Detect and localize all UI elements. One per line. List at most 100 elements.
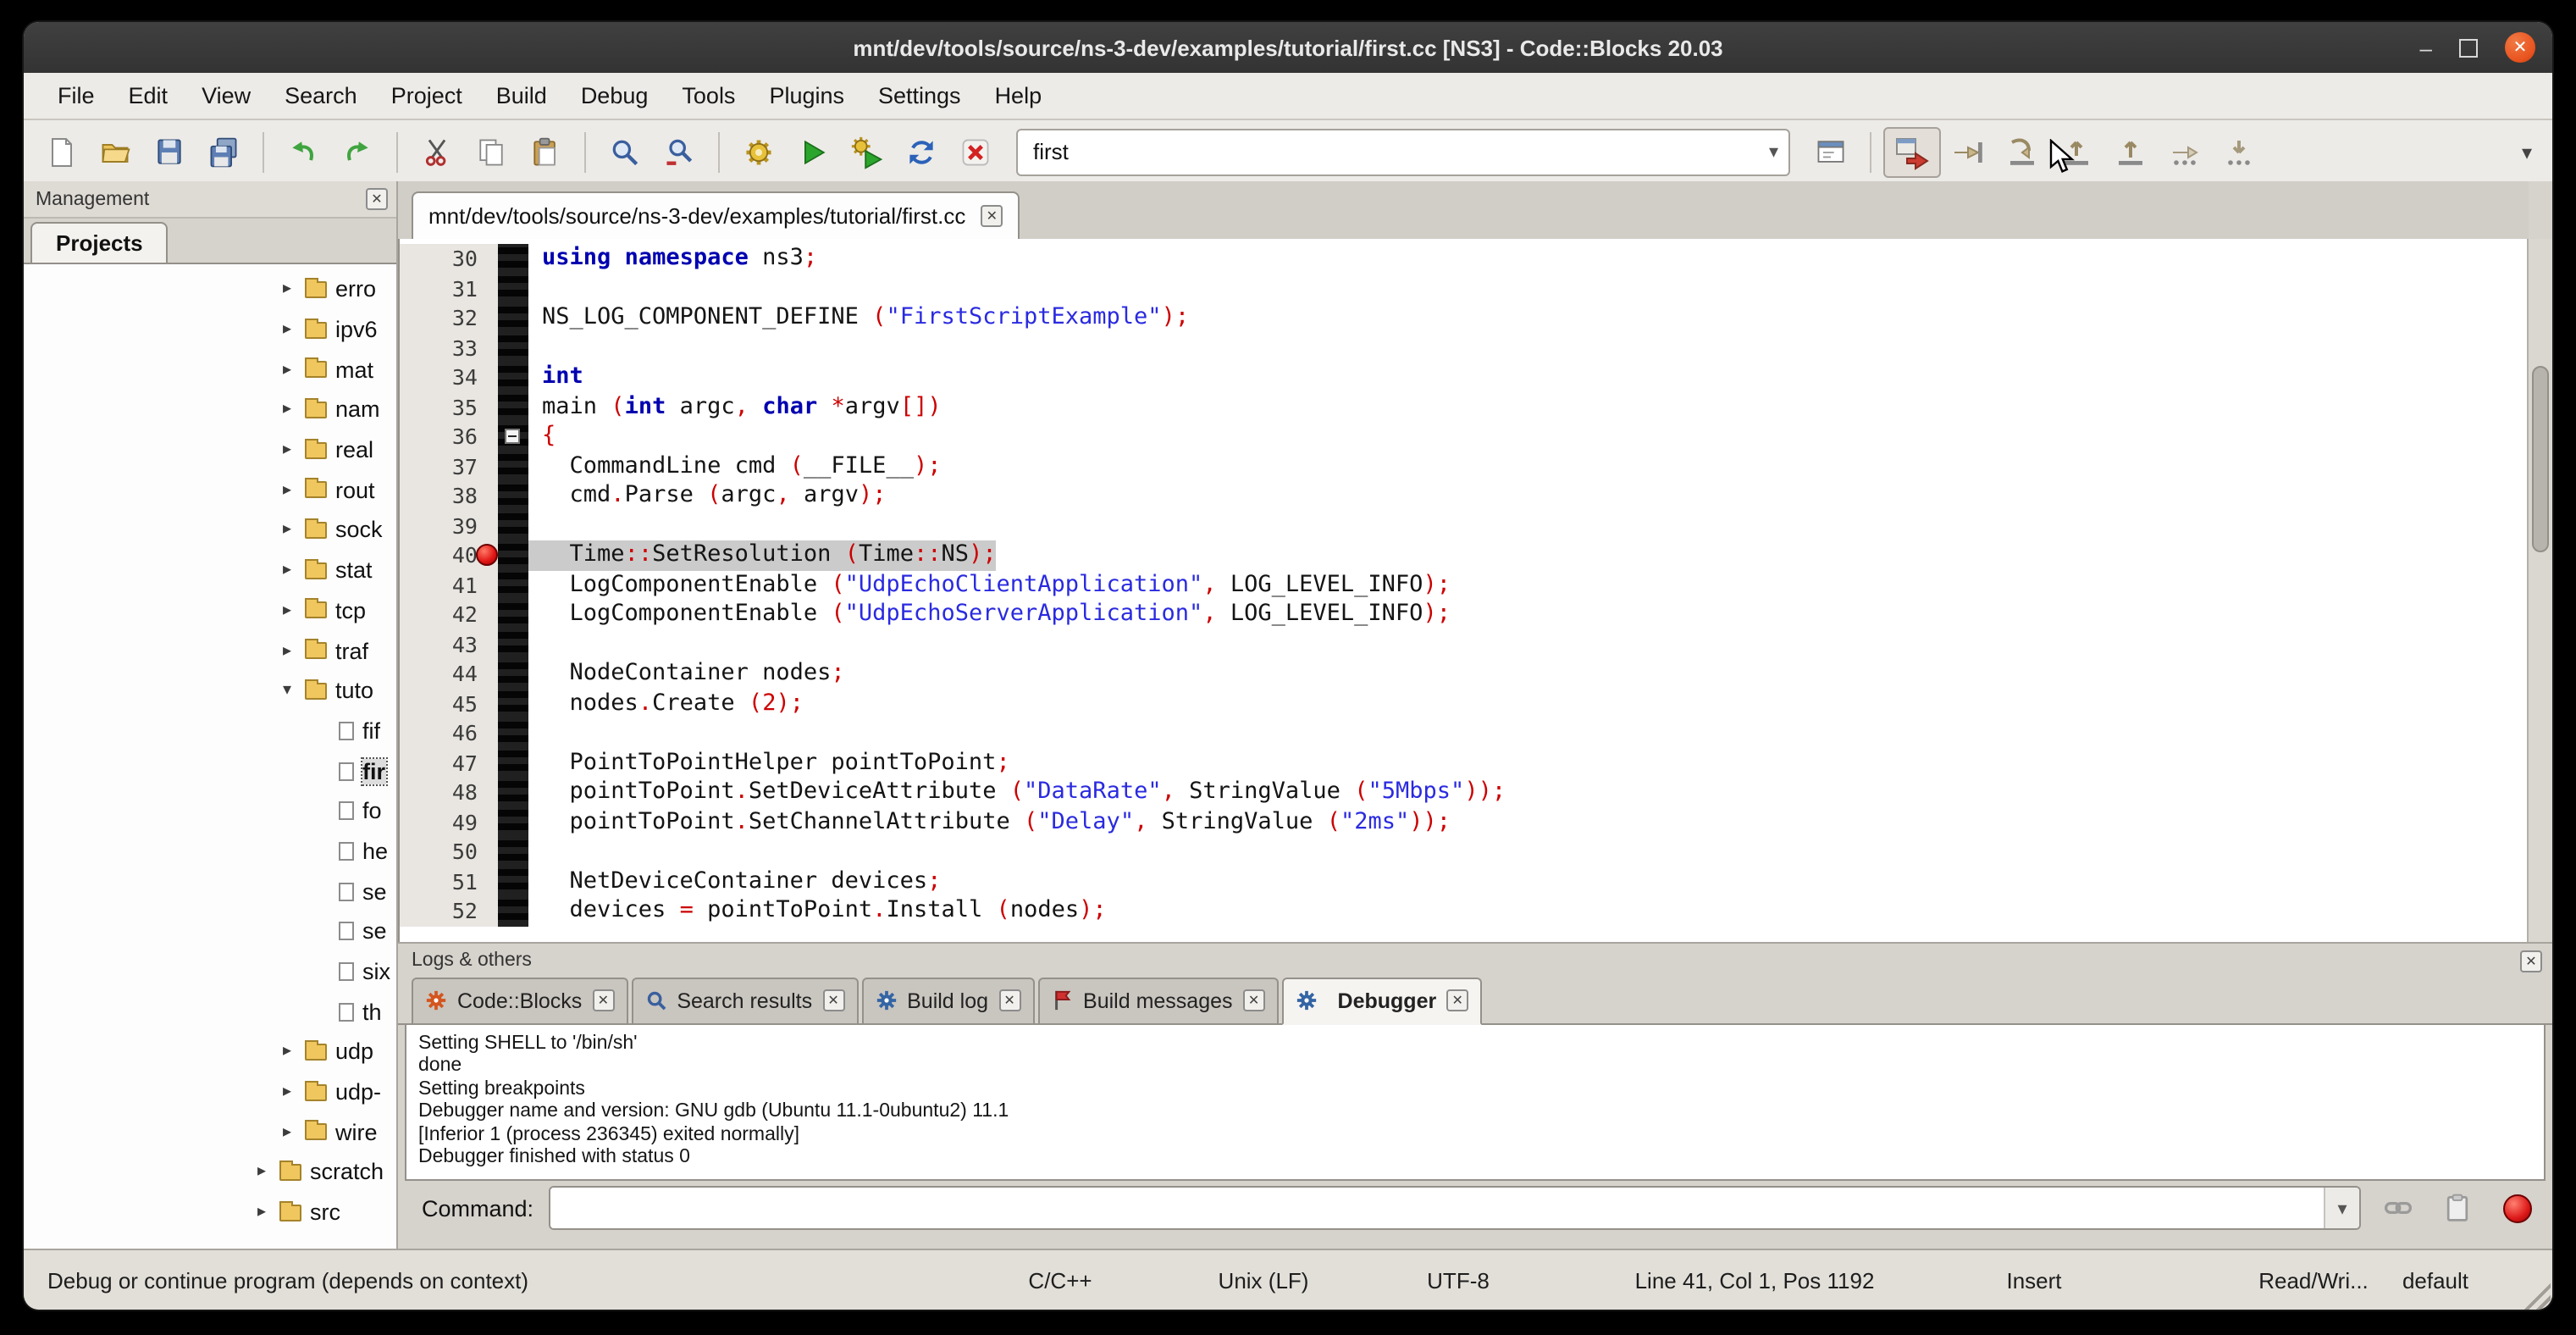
tree-item-sock[interactable]: ▸sock [24, 510, 396, 550]
line-number[interactable]: 42 [400, 600, 498, 629]
build-target-combo[interactable]: first ▾ [1016, 128, 1790, 175]
chevron-right-icon[interactable]: ▸ [283, 1043, 305, 1061]
tree-item-six[interactable]: six [24, 951, 396, 991]
line-number[interactable]: 48 [400, 778, 498, 807]
logs-tab-debugger[interactable]: Debugger✕ [1282, 978, 1483, 1025]
chevron-right-icon[interactable]: ▸ [257, 1203, 279, 1221]
logs-tab-code-blocks[interactable]: Code::Blocks✕ [412, 978, 627, 1023]
menu-help[interactable]: Help [978, 76, 1059, 115]
line-number[interactable]: 30 [400, 244, 498, 274]
chevron-right-icon[interactable]: ▸ [283, 521, 305, 540]
tree-item-scratch[interactable]: ▸scratch [24, 1152, 396, 1192]
new-file-button[interactable] [34, 128, 88, 175]
next-line-button[interactable] [1995, 128, 2049, 175]
chevron-right-icon[interactable]: ▸ [283, 360, 305, 379]
menu-view[interactable]: View [185, 76, 268, 115]
tree-item-tuto[interactable]: ▾tuto [24, 671, 396, 711]
chevron-right-icon[interactable]: ▸ [283, 1123, 305, 1142]
line-number[interactable]: 38 [400, 481, 498, 511]
line-number[interactable]: 35 [400, 392, 498, 422]
replace-button[interactable] [652, 128, 706, 175]
debug-continue-button[interactable] [1883, 126, 1941, 177]
chevron-right-icon[interactable]: ▸ [283, 280, 305, 299]
line-number[interactable]: 33 [400, 333, 498, 363]
run-button[interactable] [786, 128, 840, 175]
chevron-down-icon[interactable]: ▾ [2324, 1188, 2359, 1228]
close-button[interactable]: ✕ [2505, 32, 2535, 63]
abort-build-button[interactable] [948, 128, 1003, 175]
copy-button[interactable] [464, 128, 518, 175]
next-instruction-button[interactable] [2158, 128, 2212, 175]
chevron-right-icon[interactable]: ▸ [283, 401, 305, 419]
chevron-down-icon[interactable]: ▾ [1769, 141, 1778, 163]
logs-tab-search-results[interactable]: Search results✕ [631, 978, 858, 1023]
run-to-cursor-button[interactable] [1941, 128, 1995, 175]
line-number[interactable]: 36 [400, 422, 498, 451]
tree-item-udp[interactable]: ▸udp [24, 1032, 396, 1072]
close-icon[interactable]: ✕ [592, 989, 614, 1011]
undo-button[interactable] [276, 128, 330, 175]
close-icon[interactable]: ✕ [1243, 989, 1265, 1011]
tree-item-udp[interactable]: ▸udp- [24, 1072, 396, 1112]
menu-plugins[interactable]: Plugins [752, 76, 861, 115]
resize-grip[interactable] [2522, 1281, 2551, 1310]
line-number[interactable]: 45 [400, 689, 498, 718]
open-button[interactable] [88, 128, 142, 175]
line-number[interactable]: 34 [400, 363, 498, 392]
rebuild-button[interactable] [894, 128, 948, 175]
build-button[interactable] [732, 128, 786, 175]
close-icon[interactable]: ✕ [1446, 989, 1468, 1011]
tree-item-traf[interactable]: ▸traf [24, 630, 396, 670]
tree-item-th[interactable]: th [24, 992, 396, 1032]
command-input[interactable] [550, 1188, 2324, 1228]
tree-item-rout[interactable]: ▸rout [24, 470, 396, 510]
toolbar-overflow-chevron[interactable]: ▾ [2515, 133, 2539, 170]
line-number[interactable]: 39 [400, 511, 498, 540]
tree-item-he[interactable]: he [24, 831, 396, 871]
line-number[interactable]: 44 [400, 659, 498, 689]
chevron-right-icon[interactable]: ▸ [283, 561, 305, 579]
close-icon[interactable]: ✕ [2520, 950, 2542, 972]
titlebar[interactable]: mnt/dev/tools/source/ns-3-dev/examples/t… [24, 22, 2552, 73]
line-number[interactable]: 40 [400, 540, 498, 570]
line-number[interactable]: 32 [400, 303, 498, 333]
menu-edit[interactable]: Edit [112, 76, 185, 115]
tree-item-se[interactable]: se [24, 872, 396, 911]
close-icon[interactable]: ✕ [366, 188, 388, 210]
chevron-right-icon[interactable]: ▸ [257, 1163, 279, 1182]
line-number[interactable]: 41 [400, 570, 498, 600]
link-icon[interactable] [2376, 1188, 2420, 1228]
chevron-down-icon[interactable]: ▾ [283, 681, 305, 700]
debugging-windows-button[interactable] [1804, 128, 1858, 175]
line-number[interactable]: 47 [400, 748, 498, 778]
minimize-button[interactable]: – [2420, 35, 2432, 60]
tree-item-se[interactable]: se [24, 911, 396, 951]
stop-icon[interactable] [2495, 1188, 2539, 1228]
tree-item-erro[interactable]: ▸erro [24, 269, 396, 309]
tab-projects[interactable]: Projects [30, 222, 169, 264]
editor-tab[interactable]: mnt/dev/tools/source/ns-3-dev/examples/t… [412, 191, 1020, 241]
chevron-right-icon[interactable]: ▸ [283, 481, 305, 500]
line-number[interactable]: 31 [400, 274, 498, 303]
maximize-button[interactable] [2459, 38, 2478, 57]
editor-scrollbar[interactable] [2527, 239, 2552, 942]
debugger-log[interactable]: Setting SHELL to '/bin/sh'doneSetting br… [405, 1025, 2546, 1181]
close-icon[interactable]: ✕ [822, 989, 844, 1011]
tree-item-tcp[interactable]: ▸tcp [24, 590, 396, 630]
menu-build[interactable]: Build [479, 76, 564, 115]
step-into-instruction-button[interactable] [2212, 128, 2266, 175]
find-button[interactable] [598, 128, 652, 175]
line-number[interactable]: 50 [400, 837, 498, 867]
clipboard-icon[interactable] [2435, 1188, 2479, 1228]
menu-search[interactable]: Search [268, 76, 374, 115]
tree-item-real[interactable]: ▸real [24, 430, 396, 470]
step-out-button[interactable] [2103, 128, 2158, 175]
menu-project[interactable]: Project [374, 76, 479, 115]
tree-item-wire[interactable]: ▸wire [24, 1112, 396, 1152]
menu-tools[interactable]: Tools [665, 76, 752, 115]
tree-item-fif[interactable]: fif [24, 711, 396, 751]
build-and-run-button[interactable] [840, 128, 894, 175]
line-number[interactable]: 51 [400, 867, 498, 896]
line-number[interactable]: 52 [400, 896, 498, 926]
logs-tab-build-messages[interactable]: Build messages✕ [1037, 978, 1279, 1023]
